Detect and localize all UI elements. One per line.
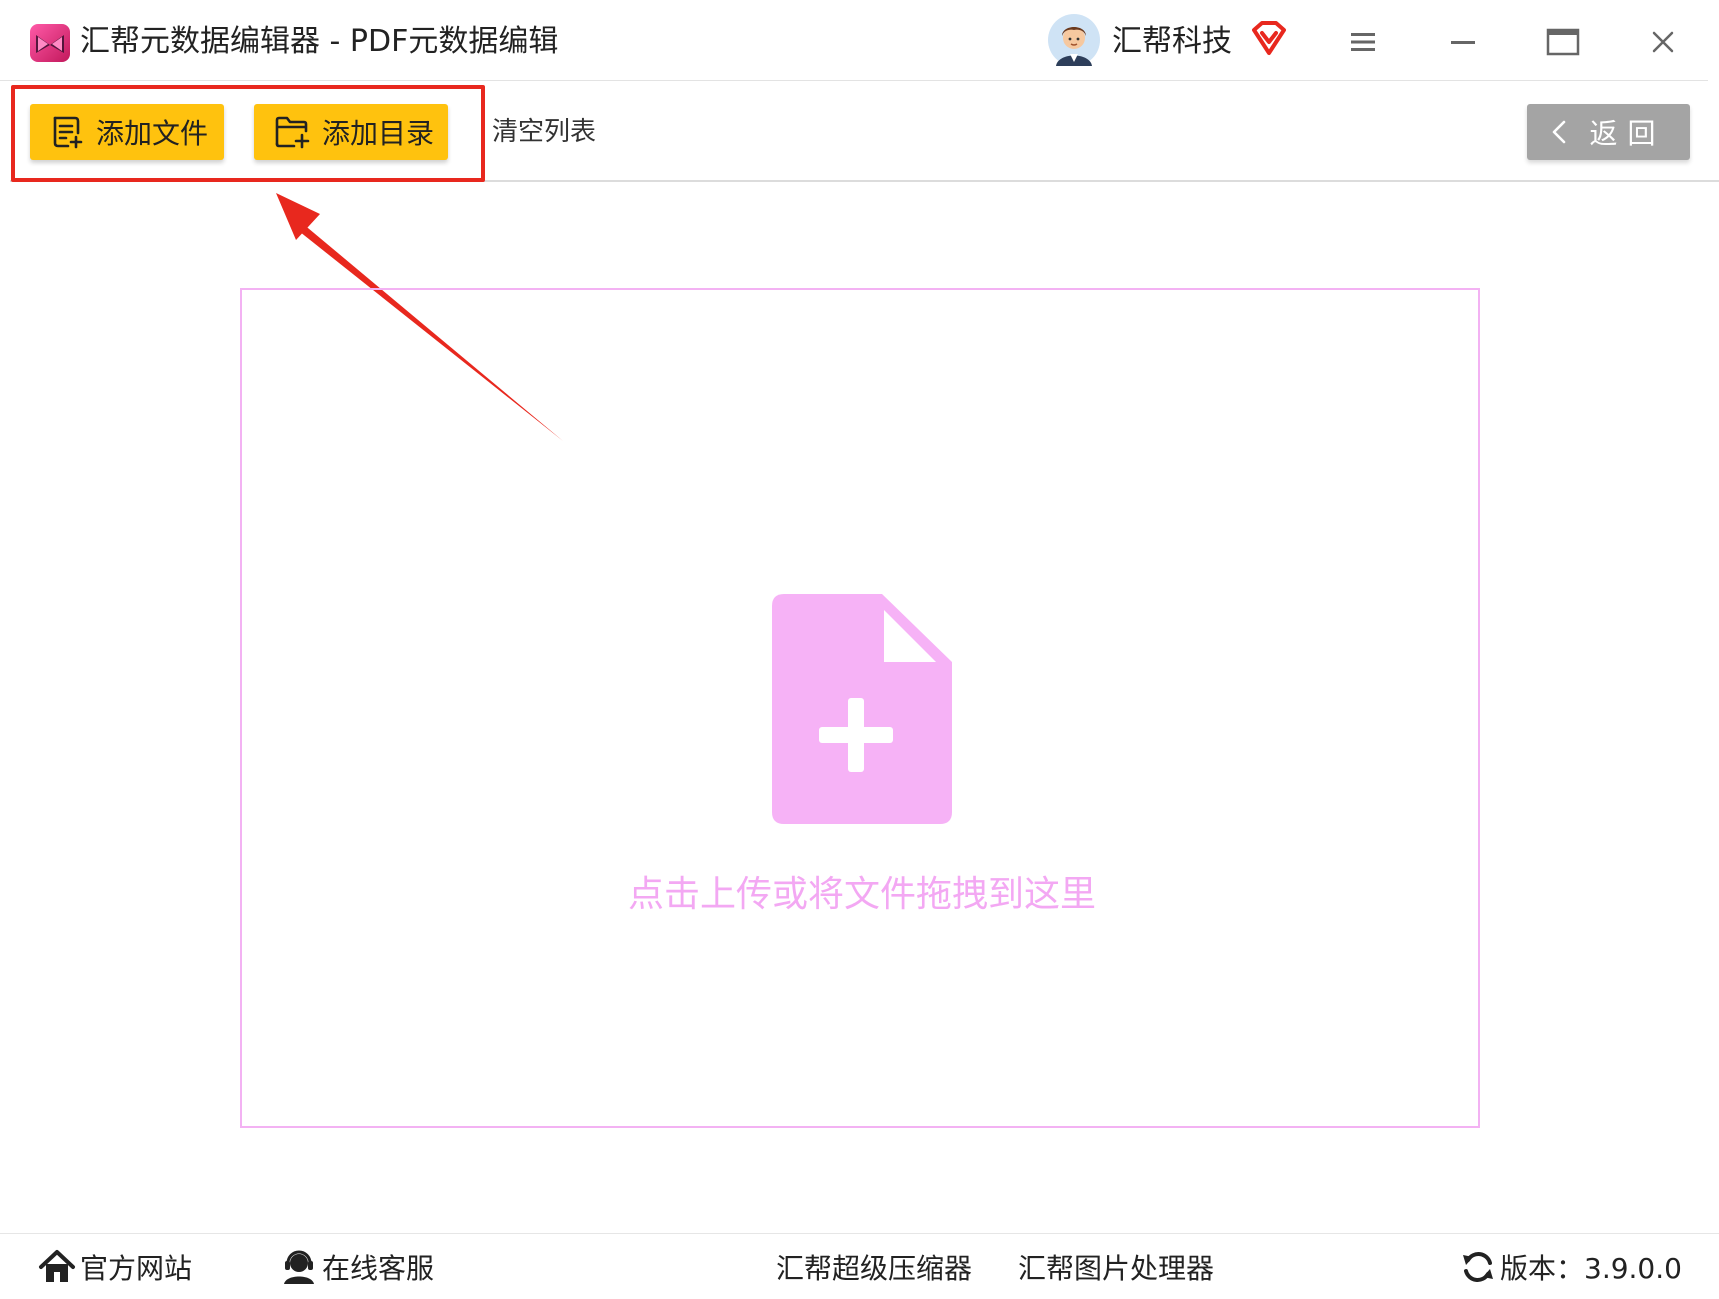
vip-diamond-icon[interactable] [1250,20,1288,56]
close-icon [1652,31,1674,53]
official-website-link[interactable]: 官方网站 [38,1246,192,1288]
customer-service-icon [284,1250,314,1284]
back-button[interactable]: 返回 [1527,104,1690,160]
maximize-button[interactable] [1538,18,1588,66]
image-processor-label: 汇帮图片处理器 [1018,1252,1215,1285]
version-label: 版本：3.9.0.0 [1500,1252,1682,1285]
online-service-link[interactable]: 在线客服 [280,1246,434,1288]
user-avatar[interactable] [1048,14,1100,66]
window-title: 汇帮元数据编辑器 - PDF元数据编辑 [80,24,559,59]
drop-hint-text: 点击上传或将文件拖拽到这里 [627,874,1096,915]
compressor-app-label: 汇帮超级压缩器 [776,1252,973,1285]
image-processor-link[interactable]: 汇帮图片处理器 [1018,1246,1214,1288]
maximize-icon [1546,28,1580,56]
back-label: 返回 [1589,117,1666,150]
clear-list-button[interactable]: 清空列表 [492,112,596,152]
title-bar: 汇帮元数据编辑器 - PDF元数据编辑 汇帮科技 [0,0,1719,80]
hamburger-menu-icon [1351,33,1375,51]
online-service-label: 在线客服 [322,1252,435,1285]
file-plus-icon [772,594,952,824]
minimize-button[interactable] [1438,18,1488,66]
home-icon [39,1250,75,1282]
compressor-app-link[interactable]: 汇帮超级压缩器 [776,1246,972,1288]
official-website-label: 官方网站 [80,1252,193,1285]
refresh-icon[interactable] [1460,1249,1496,1285]
menu-button[interactable] [1338,18,1388,66]
highlight-box [11,85,485,182]
user-name[interactable]: 汇帮科技 [1112,20,1232,64]
app-logo-icon [30,24,70,62]
minimize-icon [1451,41,1475,44]
close-button[interactable] [1638,18,1688,66]
file-drop-zone[interactable]: 点击上传或将文件拖拽到这里 [240,288,1480,1128]
version-info: 版本：3.9.0.0 [1460,1246,1682,1288]
chevron-left-icon [1553,120,1566,144]
